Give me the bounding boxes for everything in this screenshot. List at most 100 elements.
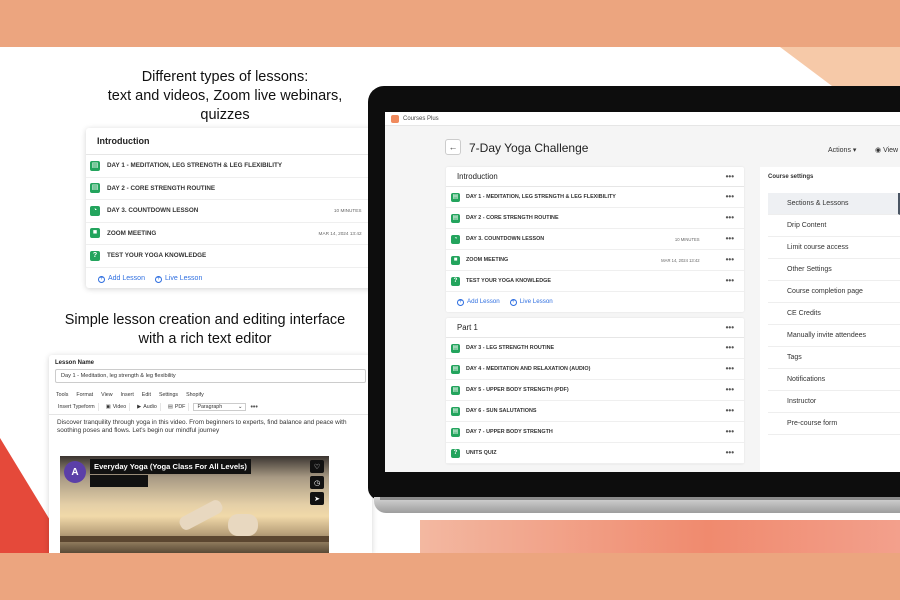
lesson-row[interactable]: ◔DAY 3. COUNTDOWN LESSON10 MINUTES••• [86, 200, 402, 223]
section-title: Part 1 [457, 323, 478, 332]
more-options-icon[interactable]: ••• [726, 365, 734, 373]
lesson-row[interactable]: ?TEST YOUR YOGA KNOWLEDGE••• [86, 245, 402, 268]
add-lesson-link[interactable]: + Add Lesson [98, 275, 145, 283]
settings-item-tags[interactable]: Tags [768, 347, 900, 369]
lesson-row[interactable]: ■ZOOM MEETINGMAR 14, 2024 13:42••• [86, 223, 402, 245]
add-lesson-link[interactable]: + Add Lesson [457, 298, 500, 306]
insert-video-button[interactable]: ▣ Video [103, 403, 131, 411]
lesson-row[interactable]: ▤ DAY 4 - MEDITATION AND RELAXATION (AUDI… [446, 359, 744, 380]
menu-edit[interactable]: Edit [142, 392, 151, 398]
live-lesson-link[interactable]: + Live Lesson [154, 274, 203, 283]
insert-audio-button[interactable]: ▶ Audio [134, 403, 161, 411]
lesson-title: DAY 3. COUNTDOWN LESSON [107, 207, 199, 215]
editor-toolbar: Insert Typeform ▣ Video ▶ Audio ▤ PDF Parag… [49, 401, 372, 415]
more-options-icon[interactable]: ••• [726, 172, 734, 181]
back-arrow-icon[interactable]: ← [445, 139, 461, 155]
yoga-figure-right [228, 514, 258, 536]
lesson-row[interactable]: ■ZOOM MEETINGMAR 14, 2024 13:42••• [446, 250, 744, 271]
settings-item-ce-credits[interactable]: CE Credits [768, 303, 900, 325]
insert-typeform-button[interactable]: Insert Typeform [55, 403, 99, 411]
settings-item-manually-invite-attendees[interactable]: Manually invite attendees [768, 325, 900, 347]
video-embed[interactable]: A Everyday Yoga (Yoga Class For All Leve… [60, 456, 329, 553]
lesson-name-input[interactable]: Day 1 - Meditation, leg strength & leg f… [55, 369, 366, 383]
settings-item-pre-course-form[interactable]: Pre-course form [768, 413, 900, 435]
settings-item-sections-lessons[interactable]: Sections & Lessons [768, 193, 900, 215]
document-icon: ▤ [451, 406, 460, 416]
more-options-icon[interactable]: ••• [726, 214, 734, 222]
lesson-row[interactable]: ▤ DAY 1 - MEDITATION, LEG STRENGTH & LEG … [446, 187, 744, 208]
question-icon: ? [451, 448, 460, 458]
lesson-row[interactable]: ▤ DAY 1 - MEDITATION, LEG STRENGTH & LEG … [86, 155, 402, 178]
lesson-title: TEST YOUR YOGA KNOWLEDGE [466, 278, 551, 284]
settings-item-course-completion-page[interactable]: Course completion page [768, 281, 900, 303]
add-lesson-bar: + Add Lesson + Live Lesson [446, 292, 744, 312]
more-options-icon[interactable]: ••• [726, 449, 734, 457]
menu-format[interactable]: Format [76, 392, 93, 398]
clock-icon[interactable]: ◷ [310, 476, 324, 489]
document-icon: ▤ [451, 427, 460, 437]
lesson-row[interactable]: ▤ DAY 7 - UPPER BODY STRENGTH ••• [446, 422, 744, 443]
section-part-1: Part 1 ••• ▤ DAY 3 - LEG STRENGTH ROUTINE… [446, 318, 744, 464]
section-header: Part 1 ••• [446, 318, 744, 338]
more-options-icon[interactable]: ••• [726, 277, 734, 285]
more-options-icon[interactable]: ••• [726, 407, 734, 415]
editor-body-text[interactable]: Discover tranquility through yoga in thi… [49, 415, 372, 436]
lesson-title: DAY 5 - UPPER BODY STRENGTH (PDF) [466, 387, 569, 393]
settings-title: Course settings [768, 174, 814, 180]
share-icon[interactable]: ➤ [310, 492, 324, 505]
more-options-icon[interactable]: ••• [726, 193, 734, 201]
pdf-label: PDF [174, 404, 186, 410]
lesson-row[interactable]: ▤DAY 2 - CORE STRENGTH ROUTINE••• [86, 178, 402, 200]
plus-icon: + [509, 299, 517, 306]
lesson-row[interactable]: ◔DAY 3. COUNTDOWN LESSON10 MINUTES••• [446, 229, 744, 250]
video-label: Video [112, 404, 127, 410]
menu-settings[interactable]: Settings [159, 392, 178, 398]
lesson-row[interactable]: ?TEST YOUR YOGA KNOWLEDGE••• [446, 271, 744, 292]
pdf-icon: ▤ [167, 404, 173, 410]
yoga-figure-left [177, 498, 225, 532]
course-settings-panel: Course settings Sections & Lessons Drip C… [760, 167, 900, 472]
settings-item-instructor[interactable]: Instructor [768, 391, 900, 413]
lesson-title: DAY 3 - LEG STRENGTH ROUTINE [466, 345, 555, 351]
settings-item-notifications[interactable]: Notifications [768, 369, 900, 391]
settings-item-other-settings[interactable]: Other Settings [768, 259, 900, 281]
more-options-icon[interactable]: ••• [726, 386, 734, 394]
more-options-icon[interactable]: ••• [726, 256, 734, 264]
lesson-row[interactable]: ▤ DAY 6 - SUN SALUTATIONS ••• [446, 401, 744, 422]
more-options-icon[interactable]: ••• [726, 428, 734, 436]
more-options-icon[interactable]: ••• [726, 344, 734, 352]
more-options-icon[interactable]: ••• [726, 323, 734, 332]
document-icon: ▤ [451, 213, 460, 223]
more-tools-icon[interactable]: ••• [250, 404, 257, 411]
video-title[interactable]: Everyday Yoga (Yoga Class For All Levels… [90, 459, 251, 474]
paragraph-style-select[interactable]: Paragraph ⌄ [193, 403, 247, 411]
actions-menu[interactable]: Actions ▾ [828, 146, 856, 154]
channel-avatar[interactable]: A [64, 461, 86, 483]
more-options-icon[interactable]: ••• [726, 235, 734, 243]
live-lesson-link[interactable]: + Live Lesson [509, 298, 553, 306]
menu-tools[interactable]: Tools [56, 392, 68, 398]
insert-pdf-button[interactable]: ▤ PDF [165, 403, 190, 411]
caption-lesson-types: Different types of lessons: text and vide… [100, 68, 350, 125]
settings-item-limit-course-access[interactable]: Limit course access [768, 237, 900, 259]
lesson-row[interactable]: ▤DAY 2 - CORE STRENGTH ROUTINE••• [446, 208, 744, 229]
lesson-row[interactable]: ▤ DAY 3 - LEG STRENGTH ROUTINE ••• [446, 338, 744, 359]
section-title: Introduction [457, 172, 498, 181]
lesson-row[interactable]: ? UNITS QUIZ ••• [446, 443, 744, 464]
settings-item-drip-content[interactable]: Drip Content [768, 215, 900, 237]
caption-line: Different types of lessons: [141, 69, 309, 85]
dock-decoration [60, 536, 329, 542]
heart-icon[interactable]: ♡ [310, 460, 324, 473]
question-icon: ? [90, 250, 100, 261]
view-button[interactable]: ◉ View [875, 146, 898, 154]
menu-view[interactable]: View [101, 392, 112, 398]
menu-insert[interactable]: Insert [121, 392, 134, 398]
lesson-title: DAY 2 - CORE STRENGTH ROUTINE [107, 184, 216, 192]
live-lesson-label: Live Lesson [164, 274, 203, 282]
menu-shopify[interactable]: Shopify [186, 392, 204, 398]
app-topbar: Courses Plus [385, 112, 900, 126]
lesson-row[interactable]: ▤ DAY 5 - UPPER BODY STRENGTH (PDF) ••• [446, 380, 744, 401]
chevron-down-icon: ⌄ [237, 404, 243, 410]
document-icon: ▤ [90, 160, 100, 171]
laptop-hinge [380, 497, 900, 500]
